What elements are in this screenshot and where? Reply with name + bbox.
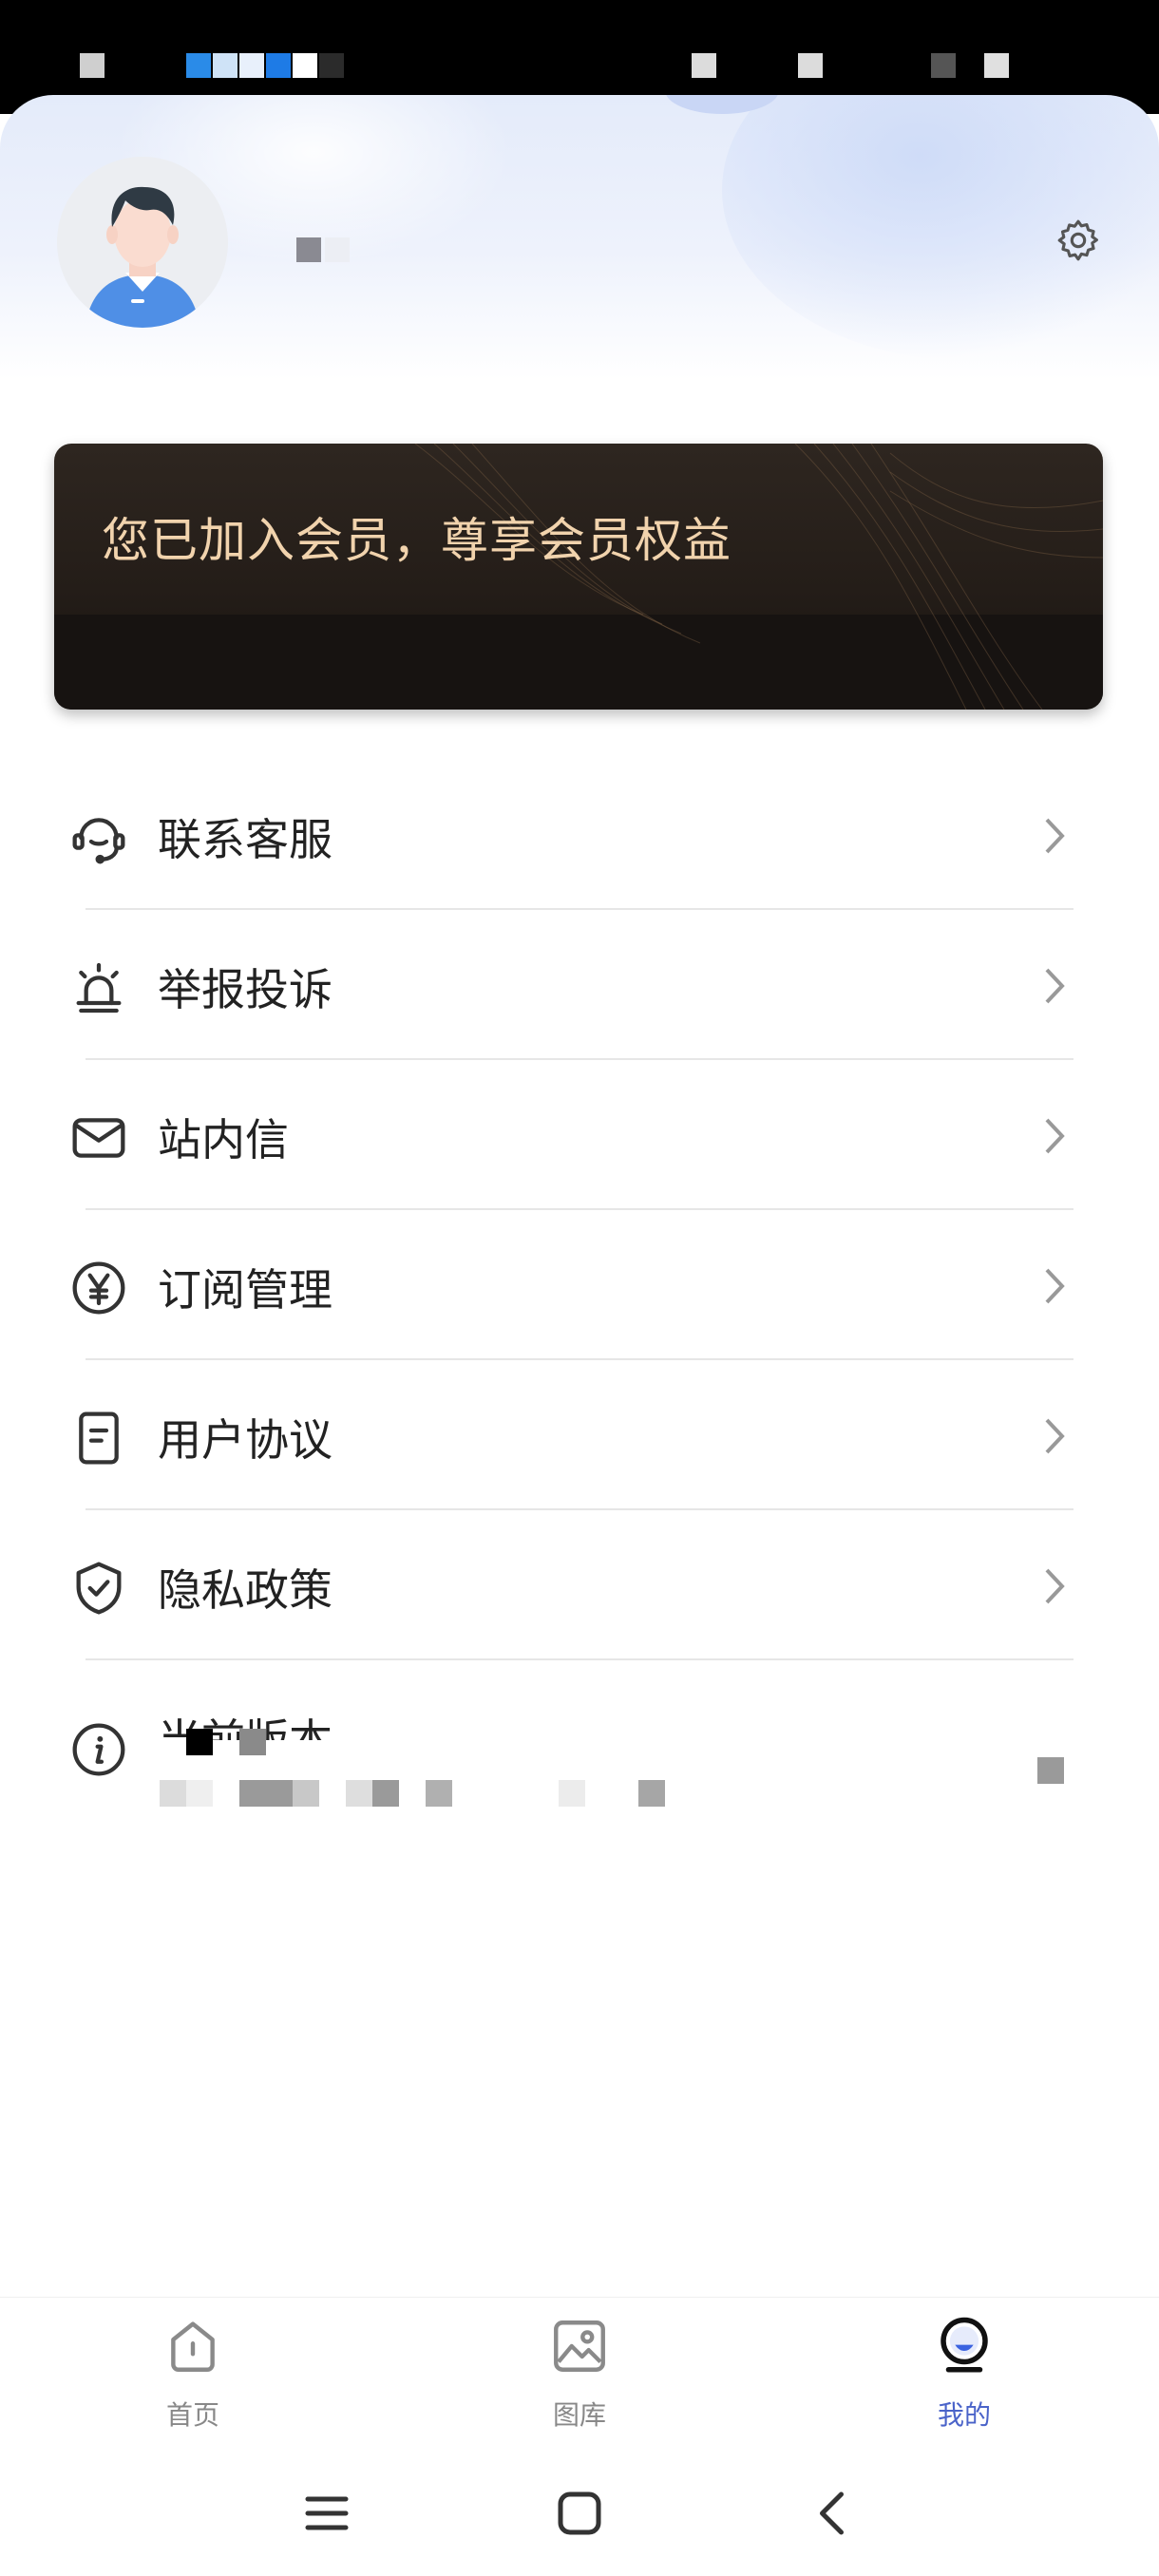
chevron-right-icon — [1045, 1268, 1065, 1304]
bottom-tab-bar: 首页 图库 我的 — [0, 2297, 1159, 2449]
redacted-block — [186, 1780, 213, 1807]
redacted-block — [372, 1780, 399, 1807]
redacted-block — [559, 1780, 585, 1807]
system-nav-bar — [0, 2451, 1159, 2576]
redacted-block — [293, 1780, 319, 1807]
menu-list: 联系客服 举报投诉 站内信 订阅管理 用户协议 隐私政策 — [0, 760, 1159, 1660]
info-icon — [72, 1723, 125, 1776]
tab-gallery[interactable]: 图库 — [484, 2315, 674, 2448]
menu-item-subscription[interactable]: 订阅管理 — [0, 1210, 1159, 1360]
menu-item-label: 订阅管理 — [158, 1264, 332, 1316]
mail-icon — [72, 1118, 125, 1158]
chevron-right-icon — [1045, 1418, 1065, 1454]
gear-icon — [1057, 219, 1098, 261]
chevron-right-icon — [1045, 818, 1065, 854]
menu-item-version[interactable]: 当前版本 — [0, 1662, 1159, 1833]
shield-check-icon — [76, 1562, 122, 1615]
redacted-block — [426, 1780, 452, 1807]
username — [293, 237, 350, 266]
avatar-person-icon — [57, 157, 228, 328]
username-redacted — [325, 237, 350, 262]
back-icon[interactable] — [806, 2485, 863, 2542]
home-square-icon[interactable] — [551, 2485, 608, 2542]
tab-label: 图库 — [552, 2399, 606, 2431]
menu-item-label: 用户协议 — [158, 1414, 332, 1466]
redacted-block — [160, 1780, 186, 1807]
document-icon — [79, 1411, 119, 1465]
home-icon — [171, 2321, 215, 2372]
gallery-icon — [554, 2320, 605, 2372]
alarm-icon — [76, 962, 122, 1013]
screen: 您已加入会员，尊享会员权益 联系客服 举报投诉 站内信 订阅管理 用户协议 隐私… — [0, 0, 1159, 2576]
menu-item-customer-service[interactable]: 联系客服 — [0, 760, 1159, 910]
redacted-block — [239, 1780, 293, 1807]
redacted-block — [1037, 1757, 1064, 1784]
redacted-block — [186, 1729, 213, 1755]
redacted-block — [346, 1780, 372, 1807]
username-redacted — [296, 237, 321, 262]
headset-icon — [72, 818, 125, 864]
chevron-right-icon — [1045, 1568, 1065, 1604]
tab-home[interactable]: 首页 — [98, 2315, 288, 2448]
menu-item-report[interactable]: 举报投诉 — [0, 910, 1159, 1060]
tab-profile[interactable]: 我的 — [869, 2315, 1059, 2448]
member-card[interactable]: 您已加入会员，尊享会员权益 — [54, 444, 1103, 710]
menu-item-privacy-policy[interactable]: 隐私政策 — [0, 1510, 1159, 1660]
divider — [86, 1658, 1074, 1660]
menu-icon[interactable] — [298, 2485, 355, 2542]
settings-button[interactable] — [1054, 217, 1102, 264]
tab-label: 首页 — [165, 2399, 219, 2431]
tab-label: 我的 — [937, 2399, 991, 2431]
member-card-pattern — [414, 444, 1103, 710]
chevron-right-icon — [1045, 968, 1065, 1004]
member-card-text: 您已加入会员，尊享会员权益 — [102, 513, 732, 568]
redacted-block — [239, 1729, 266, 1755]
menu-item-messages[interactable]: 站内信 — [0, 1060, 1159, 1210]
yen-circle-icon — [72, 1261, 125, 1315]
avatar[interactable] — [57, 157, 228, 328]
redacted-block — [638, 1780, 665, 1807]
menu-item-user-agreement[interactable]: 用户协议 — [0, 1360, 1159, 1510]
menu-item-label: 站内信 — [158, 1114, 289, 1165]
menu-item-label: 联系客服 — [158, 814, 332, 865]
profile-icon — [940, 2317, 988, 2373]
menu-item-label: 隐私政策 — [158, 1564, 332, 1616]
chevron-right-icon — [1045, 1118, 1065, 1154]
menu-item-label: 举报投诉 — [158, 964, 332, 1015]
